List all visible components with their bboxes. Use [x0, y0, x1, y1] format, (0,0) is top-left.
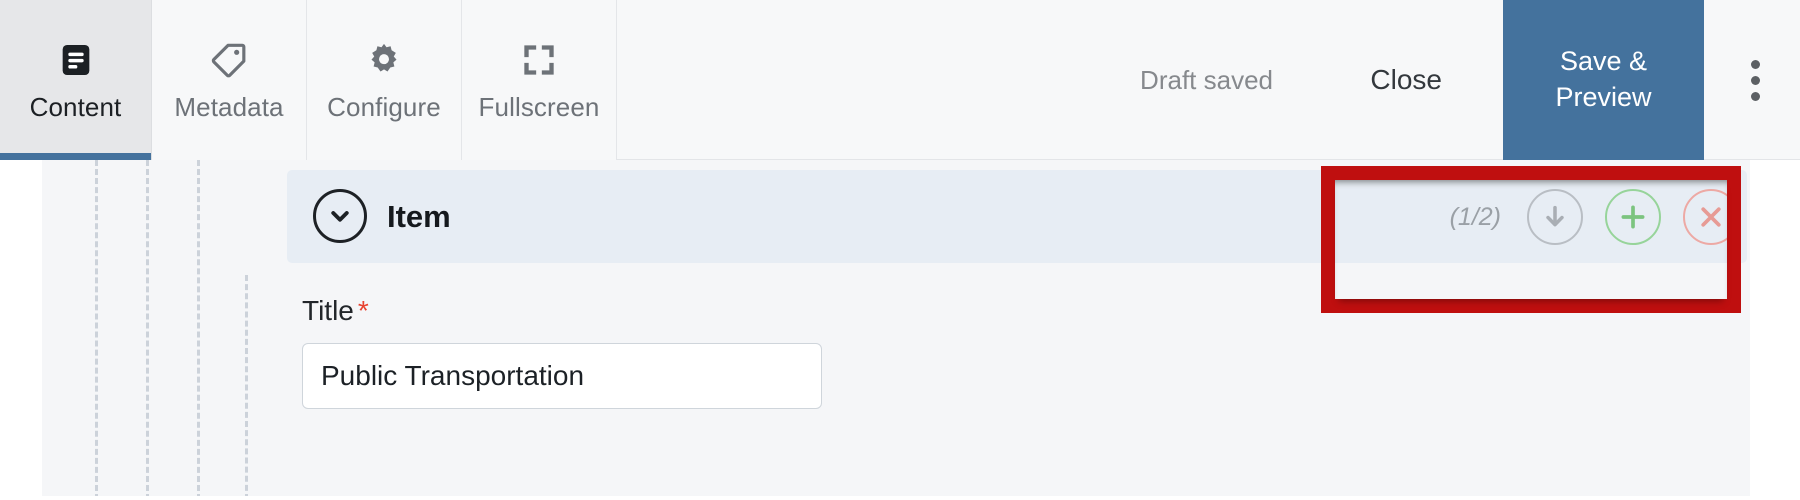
- title-label-text: Title: [302, 295, 354, 326]
- toolbar-tab-group: Content Metadata Configure Fullscreen: [0, 0, 617, 160]
- save-and-preview-button[interactable]: Save & Preview: [1503, 0, 1704, 160]
- kebab-menu-icon[interactable]: [1735, 0, 1775, 160]
- layout-guide-line: [197, 160, 200, 500]
- item-panel: Item (1/2) Title * Public Transportation: [287, 170, 1747, 500]
- chevron-down-icon[interactable]: [313, 189, 367, 243]
- kebab-dot: [1750, 75, 1760, 85]
- save-and-preview-label-line2: Preview: [1555, 82, 1652, 112]
- draft-status-text: Draft saved: [1140, 64, 1273, 95]
- title-field-group: Title *: [302, 295, 822, 409]
- tab-configure[interactable]: Configure: [307, 0, 462, 160]
- tab-content-label: Content: [29, 92, 122, 122]
- layout-guide-line: [95, 160, 98, 500]
- content-icon: [56, 40, 96, 80]
- tab-fullscreen-label: Fullscreen: [478, 92, 600, 122]
- required-marker: *: [357, 295, 369, 326]
- close-button[interactable]: Close: [1370, 0, 1442, 160]
- kebab-dot: [1750, 59, 1760, 69]
- tab-configure-label: Configure: [327, 92, 441, 122]
- form-canvas: Item (1/2) Title * Public Transportation: [42, 160, 1750, 500]
- plus-circle-icon[interactable]: [1605, 189, 1661, 245]
- layout-guide-line: [245, 275, 248, 500]
- item-panel-header: Item (1/2): [287, 170, 1747, 263]
- item-action-group: (1/2): [1450, 188, 1739, 246]
- gear-icon: [364, 40, 404, 80]
- save-and-preview-label-line1: Save &: [1559, 46, 1648, 77]
- tab-content[interactable]: Content: [0, 0, 152, 160]
- kebab-dot: [1750, 91, 1760, 101]
- tab-fullscreen[interactable]: Fullscreen: [462, 0, 617, 160]
- bottom-edge: [0, 496, 1800, 500]
- layout-guide-line: [146, 160, 149, 500]
- title-field-label: Title *: [302, 295, 822, 327]
- tab-metadata[interactable]: Metadata: [152, 0, 307, 160]
- item-counter-label: (1/2): [1449, 202, 1501, 231]
- editor-body: Item (1/2) Title * Public Transportation: [0, 160, 1800, 500]
- tag-icon: [209, 40, 249, 80]
- close-circle-icon[interactable]: [1683, 189, 1739, 245]
- tab-metadata-label: Metadata: [174, 92, 284, 122]
- title-input[interactable]: [302, 343, 822, 409]
- fullscreen-icon: [519, 40, 559, 80]
- item-panel-title: Item: [387, 198, 451, 234]
- editor-toolbar: Content Metadata Configure Fullscreen Dr…: [0, 0, 1800, 160]
- arrow-down-circle-icon[interactable]: [1527, 189, 1583, 245]
- editor-window: Content Metadata Configure Fullscreen Dr…: [0, 0, 1800, 500]
